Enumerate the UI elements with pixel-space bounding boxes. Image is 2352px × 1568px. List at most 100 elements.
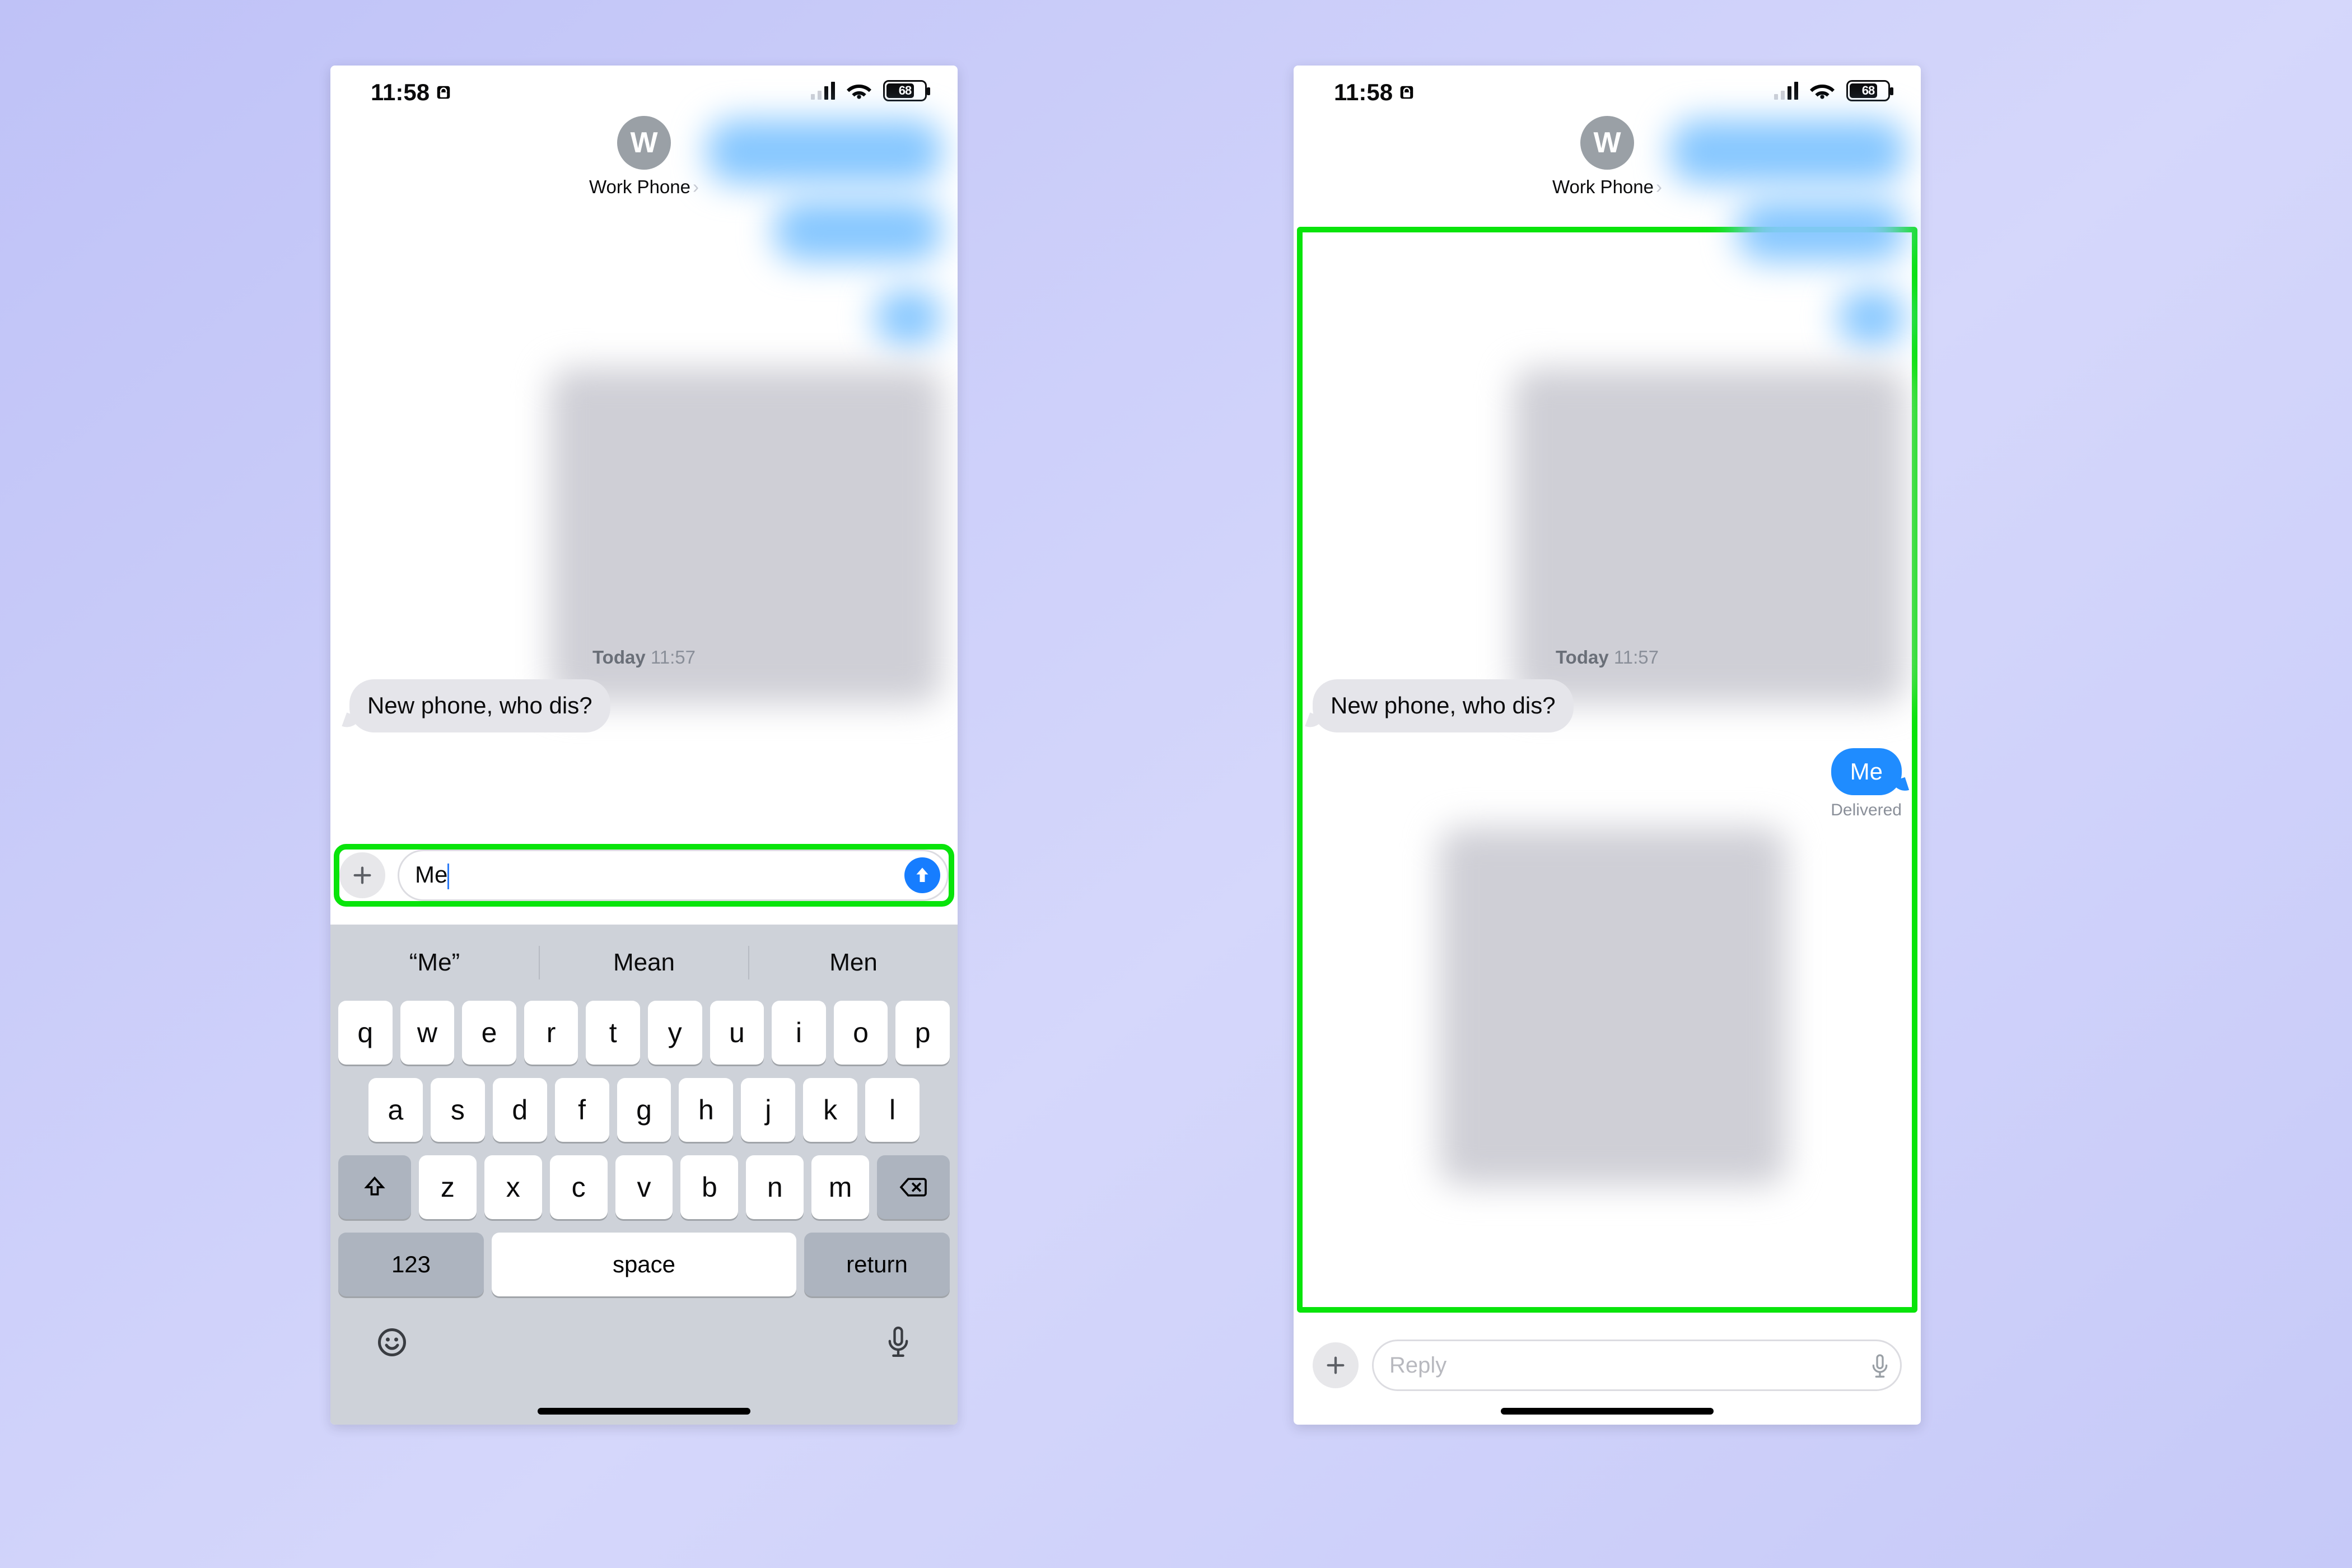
- key-i[interactable]: i: [772, 1001, 826, 1065]
- wifi-icon: [1809, 78, 1835, 104]
- outgoing-message-text: Me: [1850, 758, 1883, 785]
- chevron-right-icon: ›: [693, 176, 699, 197]
- arrow-up-icon: [912, 865, 932, 885]
- microphone-icon: [1869, 1353, 1891, 1380]
- key-row-4: 123 space return: [330, 1233, 958, 1296]
- key-h[interactable]: h: [679, 1078, 733, 1142]
- blurred-message: [1737, 200, 1905, 262]
- key-f[interactable]: f: [555, 1078, 609, 1142]
- keyboard: “Me” Mean Men q w e r t y u i o p a s d …: [330, 925, 958, 1425]
- timestamp-time: 11:57: [1614, 647, 1659, 668]
- key-k[interactable]: k: [803, 1078, 857, 1142]
- key-n[interactable]: n: [746, 1155, 804, 1219]
- timestamp-day: Today: [1556, 647, 1609, 668]
- status-time: 11:58: [371, 79, 452, 106]
- key-y[interactable]: y: [648, 1001, 702, 1065]
- attach-button[interactable]: [339, 852, 385, 898]
- backspace-key[interactable]: [877, 1155, 950, 1219]
- avatar-initial: W: [1593, 126, 1621, 160]
- key-a[interactable]: a: [368, 1078, 423, 1142]
- key-d[interactable]: d: [493, 1078, 547, 1142]
- key-s[interactable]: s: [431, 1078, 485, 1142]
- text-caret: [447, 864, 449, 889]
- key-v[interactable]: v: [615, 1155, 673, 1219]
- cellular-signal-icon: [1774, 82, 1798, 100]
- home-indicator[interactable]: [538, 1408, 750, 1415]
- key-r[interactable]: r: [524, 1001, 578, 1065]
- shift-key[interactable]: [338, 1155, 411, 1219]
- dictation-key[interactable]: [884, 1324, 913, 1360]
- prediction-option[interactable]: Mean: [540, 946, 749, 979]
- key-m[interactable]: m: [811, 1155, 869, 1219]
- status-time-text: 11:58: [1334, 79, 1393, 106]
- avatar[interactable]: W: [1580, 116, 1634, 170]
- key-row-3: z x c v b n m: [330, 1155, 958, 1219]
- key-j[interactable]: j: [741, 1078, 795, 1142]
- prediction-text: Men: [829, 949, 878, 976]
- avatar-initial: W: [630, 126, 657, 160]
- contact-name-text: Work Phone: [589, 176, 690, 197]
- key-e[interactable]: e: [462, 1001, 516, 1065]
- incoming-message-text: New phone, who dis?: [1331, 692, 1556, 718]
- backspace-icon: [899, 1175, 928, 1200]
- avatar[interactable]: W: [617, 116, 671, 170]
- orientation-lock-icon: [1398, 84, 1415, 101]
- key-row-2: a s d f g h j k l: [330, 1078, 958, 1142]
- message-input[interactable]: Me: [398, 850, 949, 901]
- blurred-photo: [1439, 827, 1786, 1186]
- status-time-text: 11:58: [371, 79, 430, 106]
- timestamp-time: 11:57: [651, 647, 696, 668]
- home-indicator[interactable]: [1501, 1408, 1714, 1415]
- key-c[interactable]: c: [550, 1155, 608, 1219]
- delivery-status-text: Delivered: [1831, 801, 1902, 819]
- incoming-message-text: New phone, who dis?: [367, 692, 592, 718]
- message-input[interactable]: Reply: [1372, 1340, 1902, 1391]
- orientation-lock-icon: [435, 84, 452, 101]
- key-o[interactable]: o: [834, 1001, 888, 1065]
- timestamp: Today 11:57: [1313, 647, 1902, 668]
- key-q[interactable]: q: [338, 1001, 393, 1065]
- prediction-option[interactable]: Men: [749, 946, 958, 979]
- key-z[interactable]: z: [419, 1155, 477, 1219]
- shift-icon: [362, 1175, 387, 1200]
- blurred-message: [1838, 290, 1905, 346]
- status-time: 11:58: [1334, 79, 1415, 106]
- prediction-bar: “Me” Mean Men: [330, 925, 958, 1001]
- key-p[interactable]: p: [895, 1001, 950, 1065]
- attach-button[interactable]: [1313, 1342, 1359, 1388]
- conversation-thread[interactable]: Today 11:57 New phone, who dis? Me Deliv…: [1294, 647, 1921, 820]
- status-bar: 11:58 68: [1294, 66, 1921, 110]
- numbers-key[interactable]: 123: [338, 1233, 484, 1296]
- compose-bar: Reply: [1313, 1340, 1902, 1391]
- key-t[interactable]: t: [586, 1001, 640, 1065]
- key-g[interactable]: g: [617, 1078, 671, 1142]
- battery-indicator: 68: [883, 80, 927, 101]
- incoming-message-bubble[interactable]: New phone, who dis?: [349, 679, 610, 732]
- key-l[interactable]: l: [865, 1078, 920, 1142]
- space-key[interactable]: space: [492, 1233, 796, 1296]
- key-b[interactable]: b: [680, 1155, 738, 1219]
- send-button[interactable]: [904, 857, 940, 893]
- chevron-right-icon: ›: [1656, 176, 1662, 197]
- key-row-1: q w e r t y u i o p: [330, 1001, 958, 1065]
- blurred-message: [1670, 119, 1905, 184]
- prediction-text: “Me”: [409, 949, 460, 976]
- message-input-value: Me: [415, 861, 898, 889]
- prediction-option[interactable]: “Me”: [330, 946, 540, 979]
- key-x[interactable]: x: [484, 1155, 542, 1219]
- cellular-signal-icon: [811, 82, 835, 100]
- key-u[interactable]: u: [710, 1001, 764, 1065]
- incoming-message-bubble[interactable]: New phone, who dis?: [1313, 679, 1574, 732]
- timestamp: Today 11:57: [349, 647, 939, 668]
- return-key[interactable]: return: [804, 1233, 950, 1296]
- message-input-placeholder: Reply: [1389, 1353, 1446, 1378]
- microphone-icon: [884, 1324, 913, 1360]
- conversation-thread[interactable]: Today 11:57 New phone, who dis?: [330, 647, 958, 732]
- key-w[interactable]: w: [400, 1001, 455, 1065]
- dictation-button[interactable]: [1869, 1353, 1893, 1378]
- prediction-text: Mean: [613, 949, 675, 976]
- emoji-key[interactable]: [375, 1326, 409, 1359]
- contact-name-text: Work Phone: [1552, 176, 1654, 197]
- blurred-message: [875, 290, 942, 346]
- outgoing-message-bubble[interactable]: Me: [1831, 748, 1902, 796]
